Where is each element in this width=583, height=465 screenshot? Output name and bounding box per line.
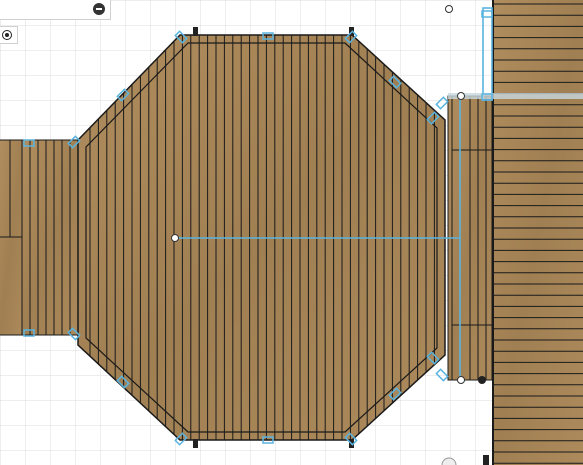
minus-circle-icon[interactable]	[93, 3, 105, 15]
properties-panel-stub	[0, 0, 111, 20]
radio-dot	[5, 33, 9, 37]
deck-design-canvas[interactable]	[0, 0, 583, 465]
right-deck[interactable]	[492, 0, 583, 465]
left-deck[interactable]	[0, 139, 85, 336]
radio-target-icon[interactable]	[0, 26, 18, 44]
